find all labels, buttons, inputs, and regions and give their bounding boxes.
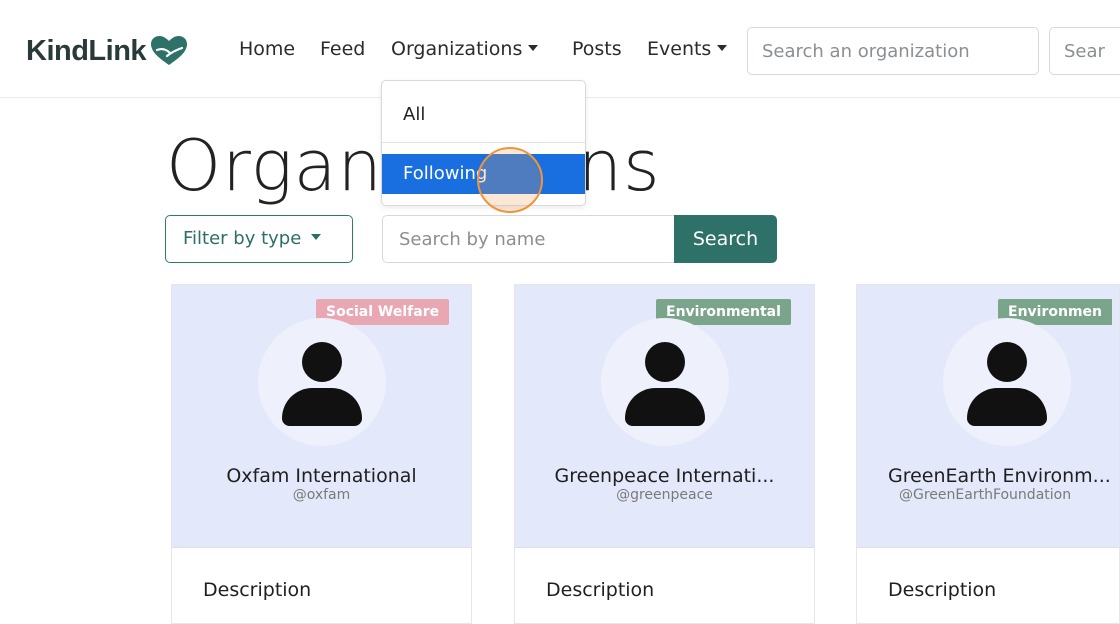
dropdown-item-all[interactable]: All bbox=[382, 99, 585, 131]
card-header: Environmental Greenpeace Internati... @g… bbox=[515, 285, 814, 548]
nav-events-label: Events bbox=[647, 38, 712, 60]
user-icon bbox=[302, 342, 342, 382]
user-icon-body bbox=[967, 388, 1047, 426]
nav-home-link[interactable]: Home bbox=[239, 38, 295, 60]
nav-organizations-label: Organizations bbox=[391, 38, 523, 60]
organization-card[interactable]: Environmental Greenpeace Internati... @g… bbox=[514, 284, 815, 624]
organization-handle: @greenpeace bbox=[616, 487, 713, 503]
user-icon bbox=[645, 342, 685, 382]
user-icon-body bbox=[282, 388, 362, 426]
secondary-search-input[interactable] bbox=[1049, 27, 1120, 75]
user-icon-body bbox=[625, 388, 705, 426]
dropdown-divider bbox=[382, 142, 585, 143]
filter-by-type-button[interactable]: Filter by type bbox=[165, 215, 353, 263]
avatar bbox=[601, 318, 729, 446]
nav-organizations-dropdown[interactable]: Organizations bbox=[391, 38, 539, 60]
description-label: Description bbox=[203, 579, 312, 601]
nav-events-dropdown[interactable]: Events bbox=[647, 38, 728, 60]
search-button[interactable]: Search bbox=[674, 215, 777, 263]
search-by-name-input[interactable] bbox=[382, 215, 675, 263]
organization-card[interactable]: Social Welfare Oxfam International @oxfa… bbox=[171, 284, 472, 624]
search-organization-input[interactable] bbox=[747, 27, 1039, 75]
nav-posts-link[interactable]: Posts bbox=[572, 38, 622, 60]
heart-hands-logo-icon bbox=[151, 36, 188, 65]
organization-handle: @oxfam bbox=[292, 487, 351, 503]
caret-down-icon bbox=[311, 234, 322, 240]
description-label: Description bbox=[888, 579, 997, 601]
click-indicator bbox=[477, 147, 543, 213]
brand-name: KindLink bbox=[26, 34, 147, 67]
description-label: Description bbox=[546, 579, 655, 601]
card-header: Social Welfare Oxfam International @oxfa… bbox=[172, 285, 471, 548]
organization-name[interactable]: Oxfam International bbox=[172, 465, 471, 487]
brand[interactable]: KindLink bbox=[26, 34, 189, 68]
avatar bbox=[943, 318, 1071, 446]
nav-feed-link[interactable]: Feed bbox=[320, 38, 365, 60]
caret-down-icon bbox=[528, 44, 539, 51]
avatar bbox=[258, 318, 386, 446]
card-header: Environmen GreenEarth Environm... @Green… bbox=[857, 285, 1119, 548]
organization-handle: @GreenEarthFoundation bbox=[899, 487, 1072, 503]
filter-by-type-label: Filter by type bbox=[183, 228, 302, 249]
caret-down-icon bbox=[717, 44, 728, 51]
organization-card[interactable]: Environmen GreenEarth Environm... @Green… bbox=[856, 284, 1120, 624]
organization-name[interactable]: GreenEarth Environm... bbox=[888, 465, 1120, 487]
organization-name[interactable]: Greenpeace Internati... bbox=[515, 465, 814, 487]
user-icon bbox=[987, 342, 1027, 382]
